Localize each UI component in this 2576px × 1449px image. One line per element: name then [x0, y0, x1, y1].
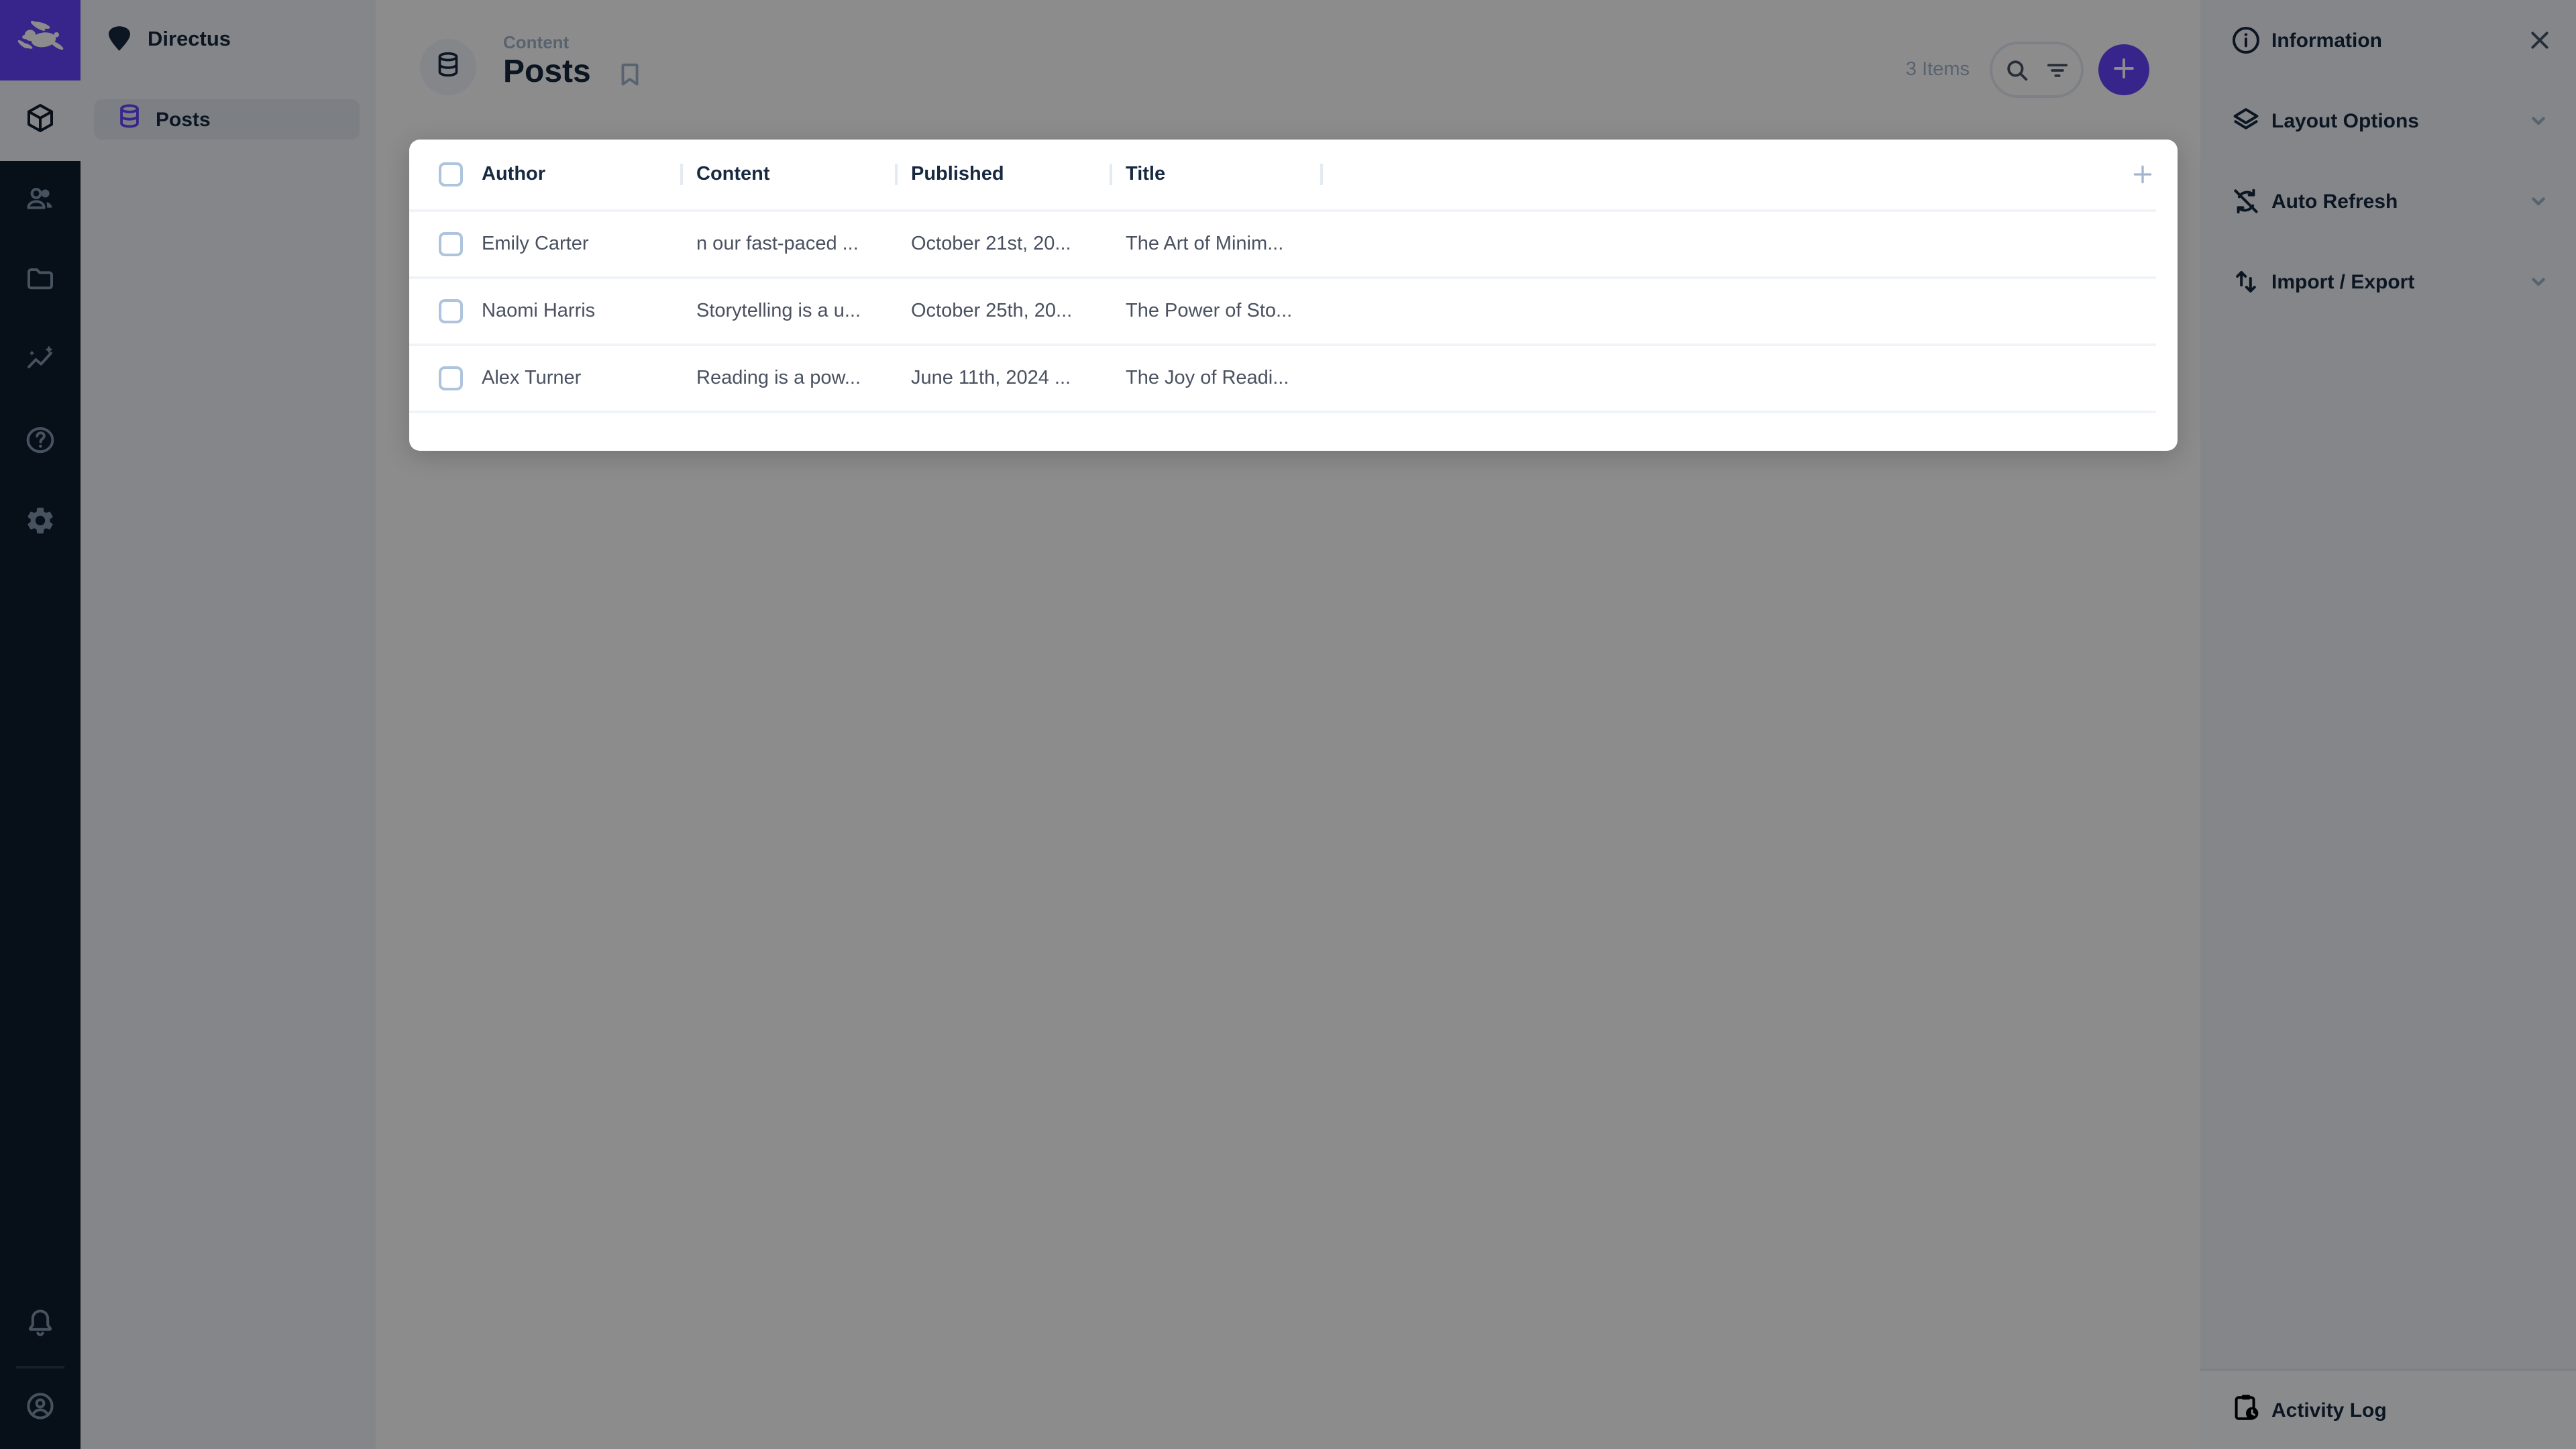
cell-published: June 11th, 2024 ...: [895, 368, 1110, 389]
items-table: Author Content Published Title Emily Car…: [409, 140, 2178, 451]
cell-title: The Joy of Readi...: [1110, 368, 1323, 389]
cell-content: Reading is a pow...: [680, 368, 895, 389]
cell-author: Emily Carter: [482, 233, 680, 255]
cell-published: October 25th, 20...: [895, 301, 1110, 322]
row-select-cell: [409, 299, 482, 323]
cell-title: The Art of Minim...: [1110, 233, 1323, 255]
cell-content: Storytelling is a u...: [680, 301, 895, 322]
select-all-cell: [409, 162, 482, 186]
row-checkbox[interactable]: [439, 299, 463, 323]
add-column-icon[interactable]: [2129, 161, 2156, 188]
cell-author: Alex Turner: [482, 368, 680, 389]
row-checkbox[interactable]: [439, 232, 463, 256]
cell-published: October 21st, 20...: [895, 233, 1110, 255]
table-footer: [409, 413, 2156, 451]
add-column-cell: [1323, 161, 2156, 188]
table-row[interactable]: Emily Carter n our fast-paced ... Octobe…: [409, 212, 2156, 279]
column-header-published[interactable]: Published: [895, 164, 1110, 185]
row-select-cell: [409, 366, 482, 390]
row-checkbox[interactable]: [439, 366, 463, 390]
column-header-content[interactable]: Content: [680, 164, 895, 185]
directus-app: Directus Posts: [0, 0, 2576, 1449]
row-select-cell: [409, 232, 482, 256]
table-row[interactable]: Naomi Harris Storytelling is a u... Octo…: [409, 279, 2156, 346]
table-row[interactable]: Alex Turner Reading is a pow... June 11t…: [409, 346, 2156, 413]
column-header-author[interactable]: Author: [482, 164, 680, 185]
table-header-row: Author Content Published Title: [409, 140, 2156, 212]
cell-title: The Power of Sto...: [1110, 301, 1323, 322]
cell-author: Naomi Harris: [482, 301, 680, 322]
cell-content: n our fast-paced ...: [680, 233, 895, 255]
select-all-checkbox[interactable]: [439, 162, 463, 186]
column-header-title[interactable]: Title: [1110, 164, 1323, 185]
